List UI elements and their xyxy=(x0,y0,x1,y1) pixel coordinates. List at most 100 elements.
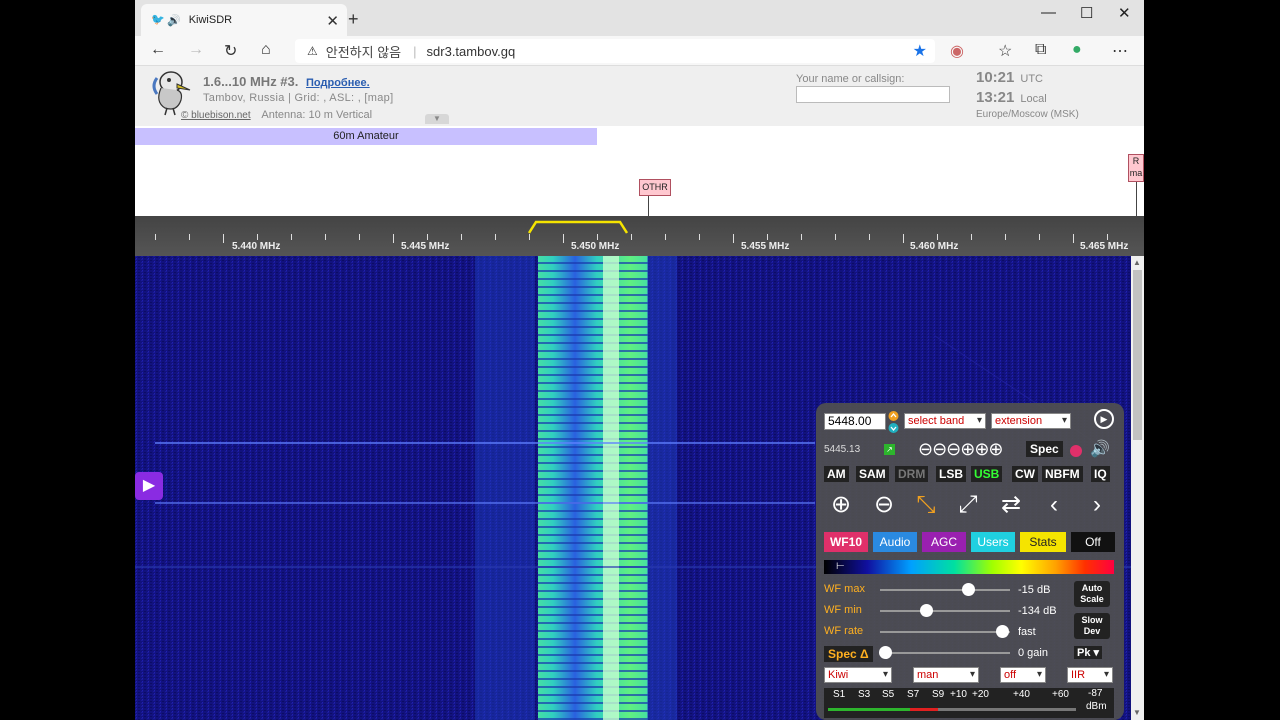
address-bar[interactable]: ⚠ 안전하지 않음 | sdr3.tambov.gq ★ xyxy=(295,39,935,63)
auto-scale-button[interactable]: Auto Scale xyxy=(1074,581,1110,607)
wf-min-slider[interactable] xyxy=(880,610,1010,612)
zoom-out-icon[interactable]: ⊖ xyxy=(867,488,901,522)
tab-kiwisdr[interactable]: 🐦 🔊 KiwiSDR ✕ xyxy=(141,4,347,36)
man-select[interactable]: man xyxy=(913,667,979,683)
scroll-down-icon[interactable]: ▼ xyxy=(1133,708,1141,717)
tab-off[interactable]: Off xyxy=(1071,532,1115,552)
speaker-icon[interactable]: 🔊 xyxy=(167,14,181,27)
local-time: 13:21 xyxy=(976,89,1015,106)
wf-min-value: -134 dB xyxy=(1018,605,1057,617)
mode-usb[interactable]: USB xyxy=(971,466,1003,482)
profile-avatar[interactable]: ● xyxy=(1072,41,1082,59)
mode-am[interactable]: AM xyxy=(824,466,849,482)
s-meter-label: S7 xyxy=(907,689,920,700)
off-select[interactable]: off xyxy=(1000,667,1046,683)
wf-min-thumb[interactable] xyxy=(920,604,933,617)
collections-icon[interactable]: ⧉ xyxy=(1035,41,1046,59)
mode-nbfm[interactable]: NBFM xyxy=(1042,466,1083,482)
band-select[interactable]: select band xyxy=(904,413,986,429)
record-icon[interactable] xyxy=(1070,445,1082,457)
mode-drm[interactable]: DRM xyxy=(895,466,929,482)
wf-max-value: -15 dB xyxy=(1018,584,1051,596)
extension-select[interactable]: extension xyxy=(991,413,1071,429)
gain-slider[interactable] xyxy=(880,652,1010,654)
scale-tick xyxy=(291,234,292,240)
kiwi-select[interactable]: Kiwi xyxy=(824,667,892,683)
home-icon[interactable]: ⌂ xyxy=(261,41,271,59)
utc-label: UTC xyxy=(1020,73,1043,85)
forward-icon[interactable]: → xyxy=(188,41,204,59)
favorite-star-icon[interactable]: ★ xyxy=(913,41,927,61)
dx-label-othr[interactable]: OTHR xyxy=(639,179,671,196)
extension-icon[interactable]: ◉ xyxy=(950,41,964,61)
gain-thumb[interactable] xyxy=(879,646,892,659)
window-close-icon[interactable]: ✕ xyxy=(1118,4,1131,22)
page-left-icon[interactable]: ‹ xyxy=(1037,488,1071,522)
collapse-chevron-icon[interactable]: ▼ xyxy=(425,114,449,124)
local-label: Local xyxy=(1020,93,1047,105)
play-circle-icon[interactable]: ▶ xyxy=(1094,409,1114,429)
band-bar-60m[interactable]: 60m Amateur xyxy=(135,128,597,145)
wf-rate-thumb[interactable] xyxy=(996,625,1009,638)
page-right-icon[interactable]: › xyxy=(1080,488,1114,522)
zoom-max-icon[interactable]: ⤡ xyxy=(909,488,943,522)
scroll-up-icon[interactable]: ▲ xyxy=(1133,258,1141,267)
pan-icon[interactable]: ⇄ xyxy=(994,488,1028,522)
control-panel: 5448.00 select band extension ▶ 5445.13 … xyxy=(816,403,1124,720)
zoom-fit-icon[interactable]: ⤢ xyxy=(951,488,985,522)
mode-lsb[interactable]: LSB xyxy=(936,466,966,482)
scrollbar-thumb[interactable] xyxy=(1133,270,1142,440)
dx-label-r[interactable]: R ma xyxy=(1128,154,1144,182)
spec-delta-button[interactable]: Spec Δ xyxy=(824,646,873,662)
mode-cw[interactable]: CW xyxy=(1012,466,1038,482)
wf-max-label: WF max xyxy=(824,583,865,595)
mode-iq[interactable]: IQ xyxy=(1091,466,1110,482)
scale-label: 5.460 MHz xyxy=(910,241,959,252)
tab-users[interactable]: Users xyxy=(971,532,1015,552)
spec-button[interactable]: Spec xyxy=(1026,441,1063,457)
peak-button[interactable]: Pk ▾ xyxy=(1074,646,1103,659)
tab-close-icon[interactable]: ✕ xyxy=(326,12,339,30)
scale-tick xyxy=(257,234,258,240)
s-meter-value: -87 xyxy=(1088,688,1103,699)
tab-stats[interactable]: Stats xyxy=(1020,532,1066,552)
minimize-icon[interactable]: — xyxy=(1041,4,1056,21)
back-icon[interactable]: ← xyxy=(150,41,166,59)
frequency-input[interactable]: 5448.00 xyxy=(824,413,886,430)
frequency-scale[interactable] xyxy=(135,216,1144,256)
zoom-step-buttons[interactable]: ⊖⊖⊖⊕⊕⊕ xyxy=(918,439,1003,460)
favorites-icon[interactable]: ☆ xyxy=(998,41,1012,61)
iir-select[interactable]: IIR xyxy=(1067,667,1113,683)
volume-icon[interactable]: 🔊 xyxy=(1090,439,1110,459)
mode-sam[interactable]: SAM xyxy=(856,466,889,482)
tab-agc[interactable]: AGC xyxy=(922,532,966,552)
more-info-link[interactable]: Подробнее. xyxy=(306,77,370,89)
scale-tick xyxy=(1073,234,1074,243)
tab-wf[interactable]: WF10 xyxy=(824,532,868,552)
credits-row: © bluebison.net Antenna: 10 m Vertical xyxy=(181,109,372,121)
callsign-input[interactable] xyxy=(796,86,950,103)
wf-max-slider[interactable] xyxy=(880,589,1010,591)
zoom-in-icon[interactable]: ⊕ xyxy=(824,488,858,522)
squelch-icon[interactable]: ↗ xyxy=(884,444,895,455)
url-text: sdr3.tambov.gq xyxy=(426,43,516,59)
kiwi-favicon-icon: 🐦 xyxy=(151,14,165,26)
new-tab-button[interactable]: + xyxy=(348,9,359,30)
slow-dev-button[interactable]: Slow Dev xyxy=(1074,613,1110,639)
refresh-icon[interactable]: ↻ xyxy=(224,41,237,61)
copyright-link[interactable]: © bluebison.net xyxy=(181,110,251,121)
scale-tick xyxy=(189,234,190,240)
maximize-icon[interactable]: ☐ xyxy=(1080,4,1093,22)
tab-audio[interactable]: Audio xyxy=(873,532,917,552)
wf-max-thumb[interactable] xyxy=(962,583,975,596)
dx-label-r-stem xyxy=(1136,182,1137,216)
freq-step-arrows-icon[interactable] xyxy=(888,410,899,434)
sub-frequency: 5445.13 xyxy=(824,444,861,455)
play-icon[interactable]: ▶ xyxy=(135,472,163,500)
scale-tick xyxy=(223,234,224,243)
scale-tick xyxy=(1039,234,1040,240)
menu-icon[interactable]: ⋯ xyxy=(1112,41,1128,61)
wf-rate-slider[interactable] xyxy=(880,631,1010,633)
passband-marker[interactable] xyxy=(528,220,628,234)
scale-tick xyxy=(393,234,394,243)
